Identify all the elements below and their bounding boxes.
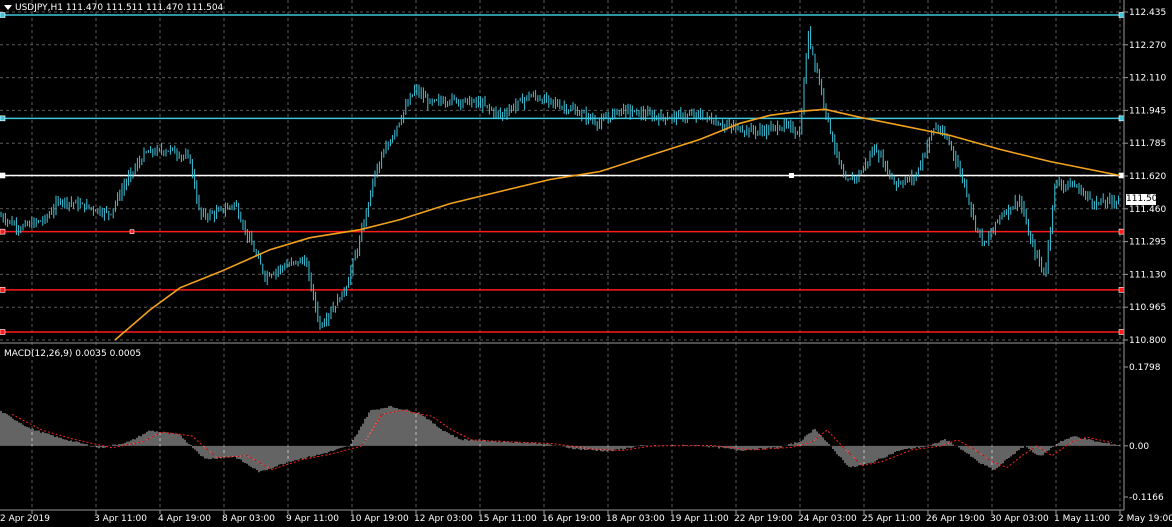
- level-handle[interactable]: [1118, 329, 1125, 335]
- price-tick-label: 111.295: [1129, 238, 1166, 248]
- time-tick-label: 10 Apr 19:00: [350, 514, 409, 524]
- chart-grid: [0, 0, 1124, 510]
- time-tick-label: 24 Apr 03:00: [798, 514, 857, 524]
- price-tick-label: 111.620: [1129, 172, 1166, 182]
- time-tick-label: 30 Apr 03:00: [990, 514, 1049, 524]
- level-handle[interactable]: [0, 329, 6, 335]
- price-tick-label: 110.800: [1129, 336, 1166, 346]
- time-tick-label: 8 Apr 03:00: [222, 514, 275, 524]
- macd-tick-label: 0.1798: [1129, 363, 1161, 373]
- level-handle[interactable]: [0, 172, 6, 179]
- level-handle[interactable]: [789, 172, 794, 178]
- price-tick-label: 111.785: [1129, 139, 1166, 149]
- price-tick-label: 112.110: [1129, 74, 1166, 84]
- moving-average-line: [114, 108, 1121, 341]
- level-handle[interactable]: [129, 229, 135, 234]
- macd-tick-label: 0.00: [1129, 442, 1149, 452]
- macd-axis: 0.1798 0.00 -0.1166: [1124, 363, 1164, 503]
- price-tick-label: 112.435: [1129, 8, 1166, 18]
- level-handle[interactable]: [1118, 12, 1125, 18]
- price-tick-label: 112.270: [1129, 41, 1166, 51]
- time-tick-label: 25 Apr 11:00: [862, 514, 921, 524]
- time-tick-label: 3 Apr 11:00: [94, 514, 147, 524]
- time-tick-label: 19 Apr 11:00: [670, 514, 729, 524]
- price-tick-label: 110.965: [1129, 303, 1166, 313]
- time-axis: 2 Apr 2019 3 Apr 11:00 4 Apr 19:00 8 Apr 03…: [0, 510, 1172, 524]
- macd-header: MACD(12,26,9) 0.0035 0.0005: [4, 349, 142, 359]
- time-tick-label: 18 Apr 03:00: [606, 514, 665, 524]
- time-tick-label: 22 Apr 19:00: [734, 514, 793, 524]
- price-tick-label: 111.130: [1129, 270, 1166, 280]
- symbol-quote-text: USDJPY,H1 111.470 111.511 111.470 111.50…: [15, 3, 224, 13]
- level-handle[interactable]: [0, 115, 6, 122]
- time-tick-label: 26 Apr 19:00: [926, 514, 985, 524]
- price-tick-label: 111.945: [1129, 106, 1166, 116]
- time-tick-label: 2 May 19:00: [1118, 514, 1172, 524]
- symbol-header[interactable]: USDJPY,H1 111.470 111.511 111.470 111.50…: [4, 3, 223, 13]
- level-handle[interactable]: [1118, 228, 1125, 235]
- time-tick-label: 1 May 11:00: [1054, 514, 1110, 524]
- level-handle[interactable]: [1118, 287, 1125, 293]
- level-handle[interactable]: [0, 228, 6, 235]
- level-handle[interactable]: [0, 12, 6, 18]
- horizontal-levels[interactable]: [0, 12, 1125, 335]
- current-price-label: 111.504: [1126, 194, 1164, 205]
- level-handle[interactable]: [1118, 115, 1125, 122]
- time-tick-label: 12 Apr 03:00: [414, 514, 473, 524]
- macd-tick-label: -0.1166: [1129, 493, 1164, 503]
- price-tick-label: 111.460: [1129, 205, 1166, 215]
- collapse-triangle-icon[interactable]: [4, 5, 12, 10]
- time-tick-label: 2 Apr 2019: [0, 514, 50, 524]
- macd-histogram: [0, 405, 1120, 473]
- price-axis: 112.435 112.270 112.110 111.945 111.785 111.6…: [1124, 8, 1166, 346]
- time-tick-label: 15 Apr 11:00: [478, 514, 537, 524]
- level-handle[interactable]: [0, 287, 6, 293]
- time-tick-label: 4 Apr 19:00: [158, 514, 211, 524]
- time-tick-label: 9 Apr 11:00: [286, 514, 339, 524]
- time-tick-label: 16 Apr 19:00: [542, 514, 601, 524]
- price-chart[interactable]: 112.435 112.270 112.110 111.945 111.785 111.6…: [0, 0, 1172, 527]
